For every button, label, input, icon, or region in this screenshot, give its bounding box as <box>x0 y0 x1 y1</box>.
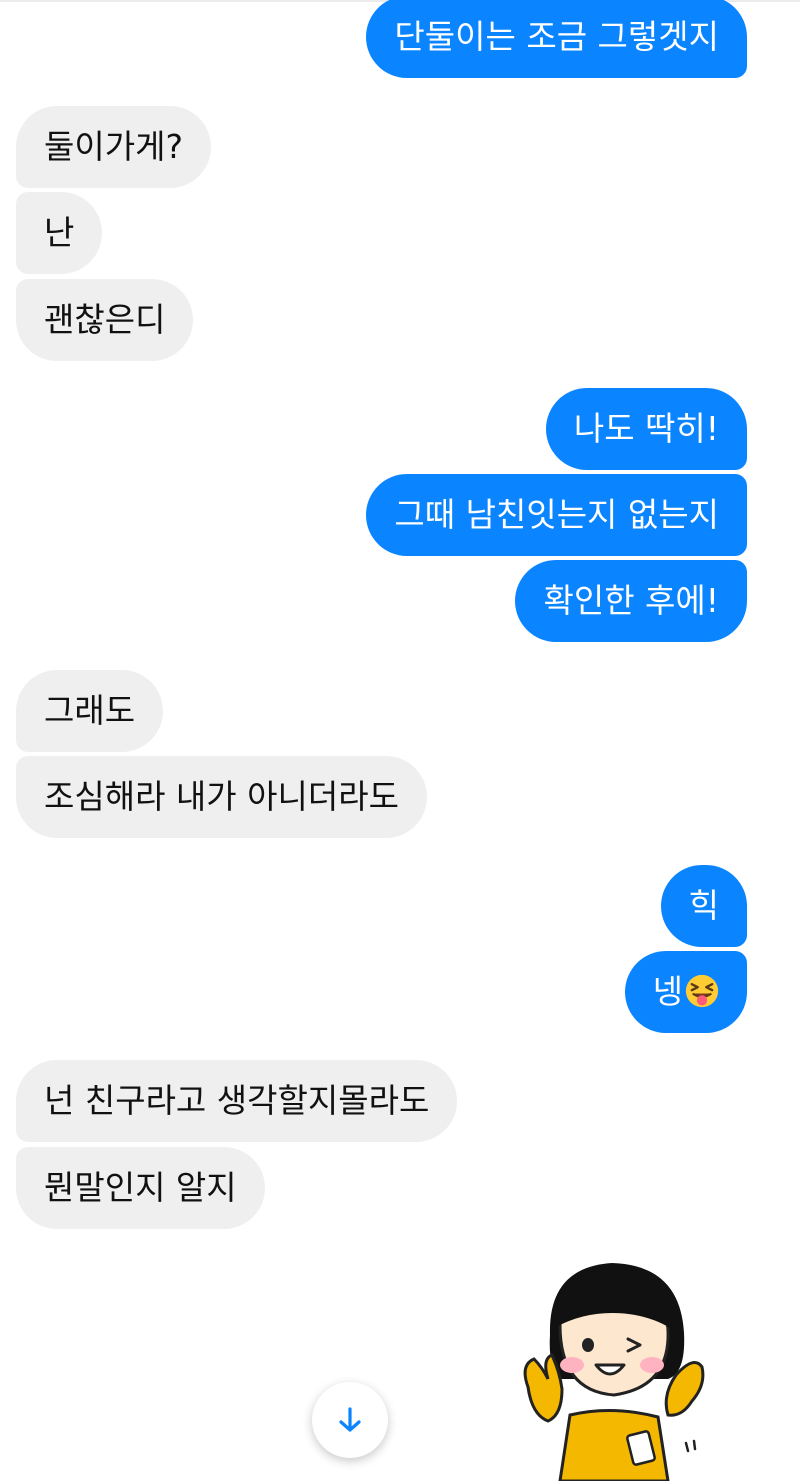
message-text: 조심해라 내가 아니더라도 <box>44 777 399 816</box>
message-bubble-incoming[interactable]: 난 <box>16 192 103 274</box>
message-text: 괜찮은디 <box>44 300 166 339</box>
girl-sticker[interactable] <box>512 1255 712 1481</box>
message-bubble-incoming[interactable]: 둘이가게? <box>16 106 211 188</box>
message-text: 나도 딱히! <box>573 409 719 448</box>
squinting-tongue-emoji <box>685 974 719 1008</box>
message-text: 넌 친구라고 생각할지몰라도 <box>44 1081 430 1120</box>
message-text: 확인한 후에! <box>543 581 719 620</box>
message-text: 단둘이는 조금 그렇겟지 <box>394 17 719 56</box>
message-bubble-outgoing[interactable]: 그때 남친잇는지 없는지 <box>366 474 747 556</box>
message-bubble-outgoing[interactable]: 나도 딱히! <box>545 388 747 470</box>
message-bubble-outgoing[interactable]: 힉 <box>660 865 747 947</box>
message-text: 힉 <box>688 886 719 925</box>
message-bubble-incoming[interactable]: 괜찮은디 <box>16 279 194 361</box>
message-bubble-outgoing[interactable]: 확인한 후에! <box>515 560 747 642</box>
message-text: 난 <box>44 213 75 252</box>
message-bubble-incoming[interactable]: 조심해라 내가 아니더라도 <box>16 756 427 838</box>
message-text: 둘이가게? <box>44 127 183 166</box>
message-bubble-incoming[interactable]: 뭔말인지 알지 <box>16 1147 265 1229</box>
message-text: 넹 <box>652 972 683 1011</box>
message-text: 뭔말인지 알지 <box>44 1168 237 1207</box>
message-bubble-outgoing[interactable]: 단둘이는 조금 그렇겟지 <box>366 0 747 78</box>
message-text: 그때 남친잇는지 없는지 <box>394 495 719 534</box>
message-bubble-incoming[interactable]: 넌 친구라고 생각할지몰라도 <box>16 1060 458 1142</box>
arrow-down-icon <box>339 1407 361 1432</box>
scroll-to-bottom-button[interactable] <box>312 1382 388 1458</box>
message-bubble-outgoing[interactable]: 넹 <box>624 951 747 1033</box>
message-bubble-incoming[interactable]: 그래도 <box>16 670 164 752</box>
message-text: 그래도 <box>44 691 136 730</box>
